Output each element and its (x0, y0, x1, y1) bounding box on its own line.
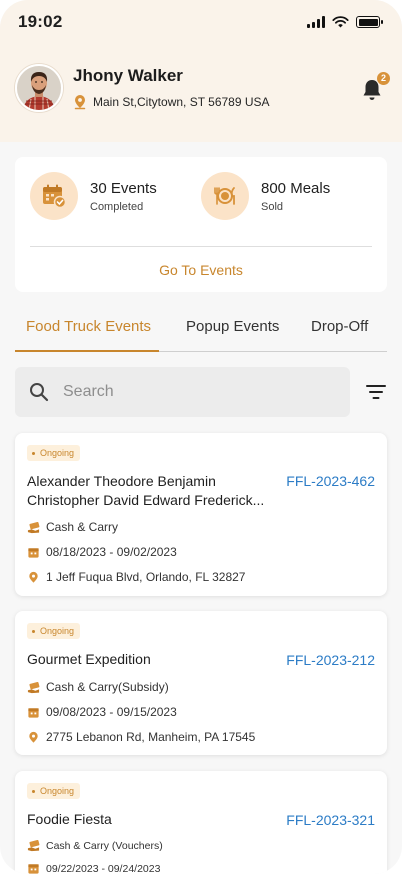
events-completed-stat: 30 Events Completed (30, 172, 157, 220)
event-id[interactable]: FFL-2023-212 (286, 652, 375, 668)
meals-stat-text: 800 Meals Sold (261, 180, 330, 213)
calendar-icon (28, 547, 39, 558)
events-stat-text: 30 Events Completed (90, 180, 157, 213)
search-icon (30, 383, 49, 402)
date-row: 09/22/2023 - 09/24/2023 (27, 862, 160, 874)
notification-button[interactable]: 2 (361, 72, 390, 104)
cash-hand-icon (27, 839, 40, 852)
status-badge: Ongoing (27, 623, 81, 639)
meals-sold-stat: 800 Meals Sold (201, 172, 330, 220)
user-address: Main St,Citytown, ST 56789 USA (93, 95, 270, 109)
avatar[interactable] (15, 64, 63, 112)
payment-row: Cash & Carry (27, 520, 118, 534)
status-time: 19:02 (18, 12, 63, 31)
tab-popup-events[interactable]: Popup Events (186, 318, 279, 335)
address-row[interactable]: Main St,Citytown, ST 56789 USA (73, 94, 270, 110)
date-row: 08/18/2023 - 09/02/2023 (27, 545, 177, 559)
location-row: 2775 Lebanon Rd, Manheim, PA 17545 (27, 730, 255, 744)
profile-text: Jhony Walker Main St,Citytown, ST 56789 … (73, 66, 270, 110)
stats-divider (30, 246, 372, 247)
events-label: Completed (90, 200, 144, 213)
wifi-icon (332, 16, 349, 28)
event-tabs: Food Truck Events Popup Events Drop-Off (15, 310, 387, 352)
event-name: Foodie Fiesta (27, 811, 112, 827)
payment-row: Cash & Carry (Vouchers) (27, 839, 163, 852)
cash-hand-icon (27, 681, 40, 693)
date-row: 09/08/2023 - 09/15/2023 (27, 705, 177, 719)
event-card[interactable]: Ongoing Foodie Fiesta FFL-2023-321 Cash … (15, 771, 387, 874)
event-name: Alexander Theodore Benjamin Christopher … (27, 473, 265, 508)
tab-drop-off[interactable]: Drop-Off (311, 318, 368, 335)
header-area: 19:02 Jhony Walker Main St,Citytown, ST … (0, 0, 402, 142)
status-icons (307, 16, 383, 28)
search-input[interactable]: Search (15, 367, 350, 417)
app-screen: 19:02 Jhony Walker Main St,Citytown, ST … (0, 0, 402, 874)
meal-plate-icon (201, 172, 249, 220)
active-tab-indicator (15, 350, 159, 352)
calendar-icon (28, 707, 39, 718)
event-name: Gourmet Expedition (27, 651, 151, 667)
location-pin-icon (74, 95, 86, 110)
location-row: 1 Jeff Fuqua Blvd, Orlando, FL 32827 (27, 570, 245, 584)
battery-icon (356, 16, 383, 28)
status-badge: Ongoing (27, 445, 81, 461)
signal-icon (307, 16, 325, 28)
user-name: Jhony Walker (73, 66, 183, 85)
filter-icon[interactable] (366, 383, 386, 401)
payment-row: Cash & Carry(Subsidy) (27, 680, 169, 694)
search-placeholder: Search (63, 383, 114, 400)
notification-badge: 2 (377, 72, 390, 85)
location-pin-icon (29, 731, 38, 743)
event-id[interactable]: FFL-2023-321 (286, 812, 375, 828)
go-to-events-link[interactable]: Go To Events (15, 262, 387, 278)
status-badge: Ongoing (27, 783, 81, 799)
location-pin-icon (29, 571, 38, 583)
stats-card: 30 Events Completed 800 Meals Sold Go To… (15, 157, 387, 292)
cash-hand-icon (27, 521, 40, 533)
events-count: 30 Events (90, 179, 157, 197)
event-card[interactable]: Ongoing Alexander Theodore Benjamin Chri… (15, 433, 387, 596)
calendar-icon (28, 864, 39, 874)
event-card[interactable]: Ongoing Gourmet Expedition FFL-2023-212 … (15, 611, 387, 755)
event-id[interactable]: FFL-2023-462 (286, 473, 375, 489)
meals-count: 800 Meals (261, 179, 331, 197)
calendar-check-icon (30, 172, 78, 220)
status-bar: 19:02 (0, 0, 402, 44)
profile-header: Jhony Walker Main St,Citytown, ST 56789 … (0, 44, 402, 112)
meals-label: Sold (261, 200, 284, 213)
tab-food-truck-events[interactable]: Food Truck Events (26, 318, 151, 335)
